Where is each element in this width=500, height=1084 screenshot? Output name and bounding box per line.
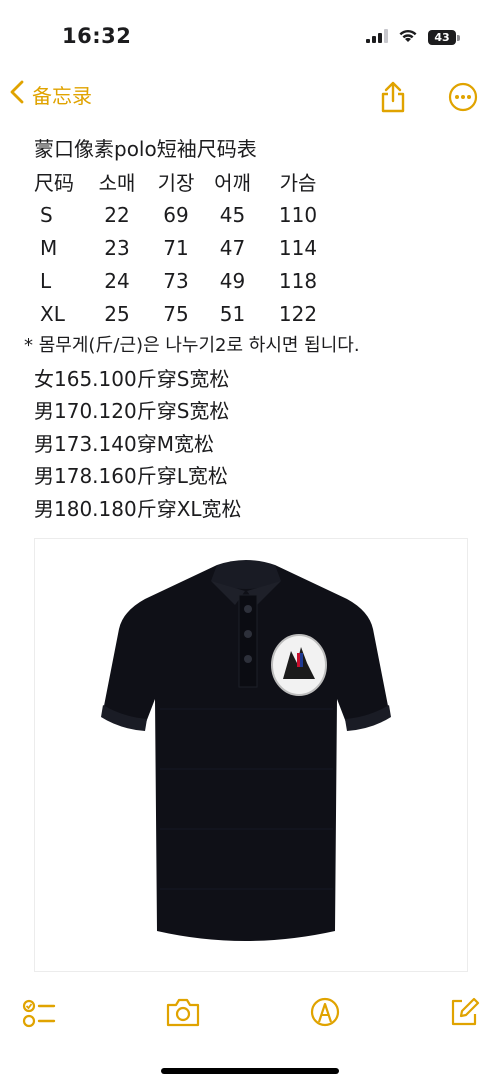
note-weight-hint: * 몸무게(斤/근)은 나누기2로 하시면 됩니다. <box>24 335 360 356</box>
compose-icon <box>448 997 480 1032</box>
home-indicator[interactable] <box>161 1068 339 1074</box>
camera-button[interactable] <box>165 996 201 1032</box>
table-cell: 69 <box>163 202 189 227</box>
size-table: 尺码 소매 기장 어깨 가슴 S 22 69 45 110 M 23 71 47… <box>34 165 335 330</box>
table-header-cell: 기장 <box>157 171 195 195</box>
checklist-button[interactable] <box>22 996 56 1034</box>
table-cell: 110 <box>278 202 318 227</box>
note-body[interactable]: 蒙口像素polo短袖尺码表 尺码 소매 기장 어깨 가슴 S 22 69 45 … <box>24 133 474 525</box>
table-row: M 23 71 47 114 <box>34 231 335 264</box>
compose-button[interactable] <box>448 996 480 1032</box>
more-icon <box>448 82 478 116</box>
table-cell: 71 <box>163 235 189 260</box>
status-bar: 16:32 43 <box>0 0 500 70</box>
camera-icon <box>165 998 201 1032</box>
table-cell: 75 <box>163 301 189 326</box>
table-cell: S <box>40 202 53 227</box>
table-cell: 23 <box>104 235 130 260</box>
table-row: XL 25 75 51 122 <box>34 297 335 330</box>
table-cell: 49 <box>219 268 246 293</box>
battery-icon: 43 <box>428 30 460 45</box>
cellular-signal-icon <box>366 28 388 47</box>
table-cell: 45 <box>219 202 246 227</box>
pen-tip-icon <box>309 997 341 1032</box>
table-header-cell: 尺码 <box>34 171 74 195</box>
table-cell: 24 <box>104 268 130 293</box>
wifi-icon <box>398 28 418 47</box>
nav-bar: 备忘录 <box>0 74 500 120</box>
table-cell: 25 <box>104 301 130 326</box>
table-row: L 24 73 49 118 <box>34 264 335 297</box>
table-header-cell: 어깨 <box>214 171 251 195</box>
note-fit-line: 男180.180斤穿XL宽松 <box>34 496 242 521</box>
note-fit-line: 男178.160斤穿L宽松 <box>34 464 228 488</box>
polo-shirt-image <box>101 560 391 941</box>
table-row: S 22 69 45 110 <box>34 198 335 231</box>
table-cell: 47 <box>219 235 246 260</box>
note-fit-line: 女165.100斤穿S宽松 <box>34 366 230 391</box>
table-cell: XL <box>40 301 65 326</box>
status-time: 16:32 <box>62 24 132 48</box>
size-table-header: 尺码 소매 기장 어깨 가슴 <box>34 165 335 198</box>
product-image[interactable] <box>34 538 468 972</box>
table-cell: L <box>40 268 52 293</box>
status-icons: 43 <box>366 28 460 47</box>
checklist-icon <box>22 999 56 1034</box>
table-cell: 51 <box>219 301 246 326</box>
table-header-cell: 가슴 <box>279 171 317 195</box>
moncler-logo-patch <box>271 634 327 696</box>
back-button[interactable]: 备忘录 <box>10 80 92 109</box>
table-header-cell: 소매 <box>98 171 136 195</box>
table-cell: 22 <box>104 202 130 227</box>
more-button[interactable] <box>448 82 478 116</box>
share-icon <box>378 81 408 118</box>
table-cell: 122 <box>278 301 318 326</box>
chevron-left-icon <box>10 80 32 109</box>
markup-button[interactable] <box>309 996 341 1032</box>
share-button[interactable] <box>378 80 408 118</box>
battery-level: 43 <box>428 30 456 45</box>
battery-cap <box>457 34 460 41</box>
table-cell: 118 <box>278 268 318 293</box>
table-cell: 114 <box>278 235 318 260</box>
table-cell: 73 <box>163 268 189 293</box>
table-cell: M <box>40 235 58 260</box>
back-label: 备忘录 <box>32 84 92 108</box>
note-fit-line: 男173.140穿M宽松 <box>34 431 214 456</box>
bottom-toolbar <box>0 990 500 1040</box>
note-title: 蒙口像素polo短袖尺码表 <box>34 137 257 161</box>
note-fit-line: 男170.120斤穿S宽松 <box>34 399 230 423</box>
